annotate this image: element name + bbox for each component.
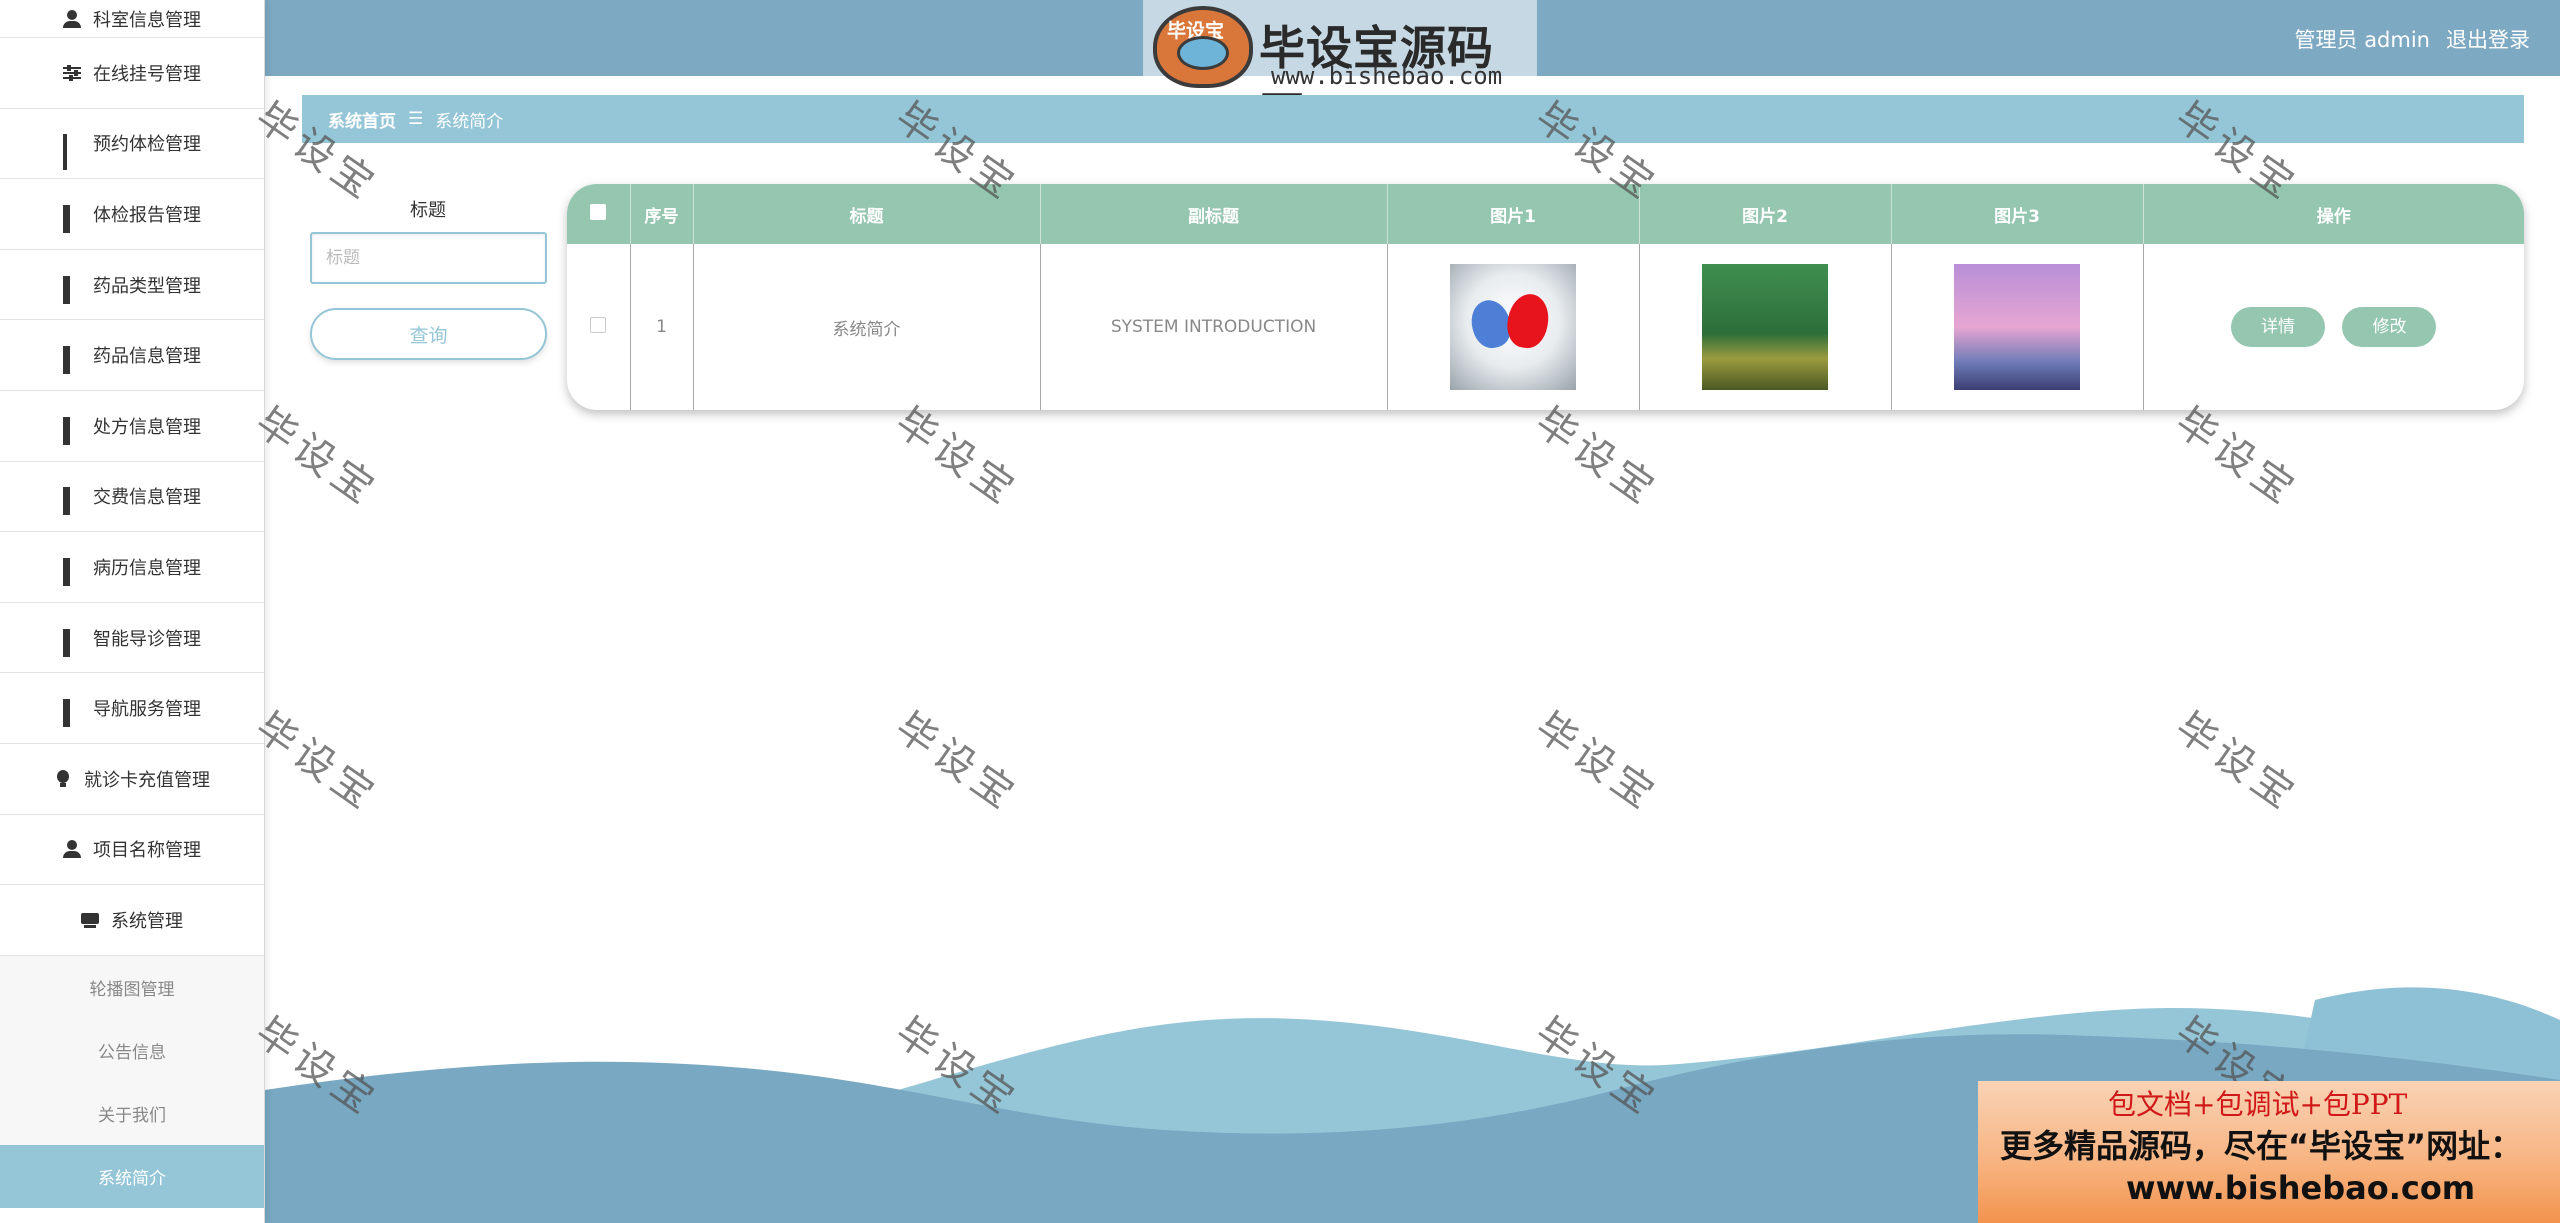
sidebar-item-label: 药品信息管理 bbox=[93, 346, 201, 368]
watermark-text: 毕设宝 bbox=[886, 703, 1027, 821]
breadcrumb-separator-icon: ☰ bbox=[408, 109, 424, 129]
sidebar-item-registration[interactable]: 在线挂号管理 bbox=[0, 38, 264, 109]
row-select-cell[interactable] bbox=[567, 244, 631, 410]
sidebar-subitem-about[interactable]: 关于我们 bbox=[0, 1081, 264, 1145]
column-header-subtitle: 副标题 bbox=[1040, 184, 1388, 244]
promo-line-3: www.bishebao.com bbox=[2126, 1169, 2476, 1207]
row-image3-cell bbox=[1891, 244, 2144, 410]
search-button[interactable]: 查询 bbox=[310, 308, 547, 360]
sidebar-item-label: 系统管理 bbox=[111, 910, 183, 932]
logout-link[interactable]: 退出登录 bbox=[2446, 24, 2530, 54]
logo-face-icon bbox=[1177, 36, 1229, 70]
admin-label: 管理员 admin bbox=[2294, 28, 2430, 52]
sliders-icon bbox=[63, 64, 81, 82]
sidebar-item-medical-record[interactable]: 病历信息管理 bbox=[0, 532, 264, 603]
promo-line-2: 更多精品源码，尽在“毕设宝”网址： bbox=[2000, 1127, 2523, 1165]
promo-banner: 包文档+包调试+包PPT 更多精品源码，尽在“毕设宝”网址： www.bishe… bbox=[1978, 1081, 2560, 1223]
column-header-actions: 操作 bbox=[2316, 206, 2351, 227]
grid-icon bbox=[63, 346, 81, 375]
row-image1-cell bbox=[1387, 244, 1640, 410]
sidebar-item-card-recharge[interactable]: 就诊卡充值管理 bbox=[0, 744, 264, 815]
column-header-image2: 图片2 bbox=[1639, 184, 1892, 244]
sidebar-item-label: 智能导诊管理 bbox=[93, 628, 201, 650]
watermark-text: 毕设宝 bbox=[2166, 703, 2307, 821]
search-input[interactable] bbox=[310, 232, 547, 284]
sidebar-item-navigation[interactable]: 导航服务管理 bbox=[0, 673, 264, 744]
sidebar-item-label: 处方信息管理 bbox=[93, 416, 201, 438]
grid-icon bbox=[63, 557, 81, 586]
data-table: 序号 标题 副标题 图片1 图片2 图片3 操作 1 系统简介 SYSTEM I… bbox=[567, 184, 2524, 410]
grid-icon bbox=[63, 416, 81, 445]
breadcrumb-home[interactable]: 系统首页 bbox=[328, 107, 396, 132]
sidebar-subitem-notice[interactable]: 公告信息 bbox=[0, 1018, 264, 1082]
sidebar-item-payment[interactable]: 交费信息管理 bbox=[0, 462, 264, 533]
sidebar-item-drug-info[interactable]: 药品信息管理 bbox=[0, 320, 264, 391]
grid-icon bbox=[63, 487, 81, 516]
sidebar-item-label: 在线挂号管理 bbox=[93, 63, 201, 85]
sidebar-item-prescription[interactable]: 处方信息管理 bbox=[0, 391, 264, 462]
sidebar-item-system[interactable]: 系统管理 bbox=[0, 885, 264, 956]
sidebar-subitem-intro[interactable]: 系统简介 bbox=[0, 1144, 264, 1208]
hearts-image[interactable] bbox=[1450, 264, 1576, 390]
sidebar-item-project-name[interactable]: 项目名称管理 bbox=[0, 815, 264, 886]
row-subtitle: SYSTEM INTRODUCTION bbox=[1040, 244, 1388, 410]
column-header-index: 序号 bbox=[630, 184, 694, 244]
edit-button[interactable]: 修改 bbox=[2342, 307, 2437, 347]
sidebar-item-label: 交费信息管理 bbox=[93, 487, 201, 509]
row-checkbox[interactable] bbox=[590, 316, 607, 333]
sidebar-item-smart-triage[interactable]: 智能导诊管理 bbox=[0, 603, 264, 674]
detail-button[interactable]: 详情 bbox=[2231, 307, 2326, 347]
select-all-header[interactable] bbox=[567, 184, 631, 244]
column-header-image1: 图片1 bbox=[1387, 184, 1640, 244]
sidebar-item-label: 就诊卡充值管理 bbox=[84, 769, 210, 791]
grid-dots-icon bbox=[63, 134, 81, 171]
column-header-image3: 图片3 bbox=[1891, 184, 2144, 244]
select-all-checkbox[interactable] bbox=[590, 203, 607, 220]
logo-badge-icon: 毕设宝 bbox=[1153, 6, 1253, 88]
user-icon bbox=[63, 840, 81, 859]
logo-url-text: www.bishebao.com bbox=[1271, 62, 1503, 90]
site-logo: 毕设宝 毕设宝源码网 www.bishebao.com bbox=[1143, 0, 1537, 141]
sidebar-item-checkup-booking[interactable]: 预约体检管理 bbox=[0, 109, 264, 180]
table-row: 1 系统简介 SYSTEM INTRODUCTION 详情 修改 bbox=[567, 244, 2524, 410]
row-image2-cell bbox=[1639, 244, 1892, 410]
column-header-title: 标题 bbox=[693, 184, 1041, 244]
grass-image[interactable] bbox=[1702, 264, 1828, 390]
row-index: 1 bbox=[630, 244, 694, 410]
promo-line-1: 包文档+包调试+包PPT bbox=[2108, 1088, 2408, 1121]
user-area: 管理员 admin 退出登录 bbox=[2295, 24, 2530, 54]
sidebar-item-label: 项目名称管理 bbox=[93, 840, 201, 862]
breadcrumb-current: 系统简介 bbox=[435, 111, 504, 132]
grid-icon bbox=[63, 628, 81, 657]
grid-icon bbox=[63, 275, 81, 304]
sidebar-subitem-carousel[interactable]: 轮播图管理 bbox=[0, 955, 264, 1019]
watermark-text: 毕设宝 bbox=[246, 703, 387, 821]
sidebar-item-label: 药品类型管理 bbox=[93, 275, 201, 297]
row-actions: 详情 修改 bbox=[2143, 244, 2524, 410]
breadcrumb: 系统首页 ☰ 系统简介 bbox=[302, 95, 2524, 143]
row-title: 系统简介 bbox=[693, 244, 1041, 410]
sidebar-item-label: 预约体检管理 bbox=[93, 134, 201, 156]
sidebar-item-label: 体检报告管理 bbox=[93, 204, 201, 226]
sidebar-item-label: 科室信息管理 bbox=[93, 9, 201, 31]
sidebar: 科室信息管理 在线挂号管理 预约体检管理 体检报告管理 药品类型管理 药品信息管… bbox=[0, 0, 265, 1223]
sidebar-item-drug-type[interactable]: 药品类型管理 bbox=[0, 250, 264, 321]
grid-icon bbox=[63, 699, 81, 728]
city-skyline-image[interactable] bbox=[1954, 264, 2080, 390]
sidebar-item-label: 导航服务管理 bbox=[93, 699, 201, 721]
table-header-row: 序号 标题 副标题 图片1 图片2 图片3 操作 bbox=[567, 184, 2524, 244]
sidebar-item-department[interactable]: 科室信息管理 bbox=[0, 0, 264, 38]
search-label: 标题 bbox=[410, 200, 446, 221]
box-icon bbox=[81, 911, 99, 929]
sidebar-item-label: 病历信息管理 bbox=[93, 557, 201, 579]
user-icon bbox=[63, 9, 81, 28]
watermark-text: 毕设宝 bbox=[246, 398, 387, 516]
grid-icon bbox=[63, 204, 81, 233]
bulb-icon bbox=[54, 769, 72, 788]
watermark-text: 毕设宝 bbox=[1526, 703, 1667, 821]
sidebar-item-checkup-report[interactable]: 体检报告管理 bbox=[0, 179, 264, 250]
